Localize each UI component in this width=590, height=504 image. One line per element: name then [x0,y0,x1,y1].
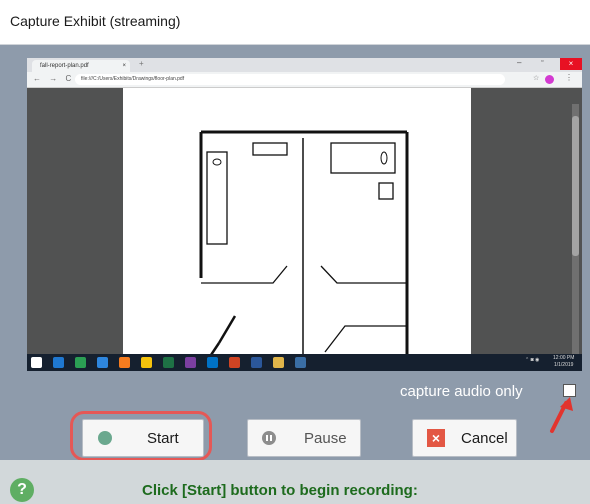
browser-address-bar: ← → C file:///C:/Users/Exhibits/Drawings… [27,72,582,88]
app-icon [97,357,108,368]
explorer-icon [273,357,284,368]
annotation-arrow-icon [550,397,573,433]
outlook-icon [207,357,218,368]
pdf-viewer-margin-right [471,88,582,358]
system-tray-icons: ⌃ ◙ ◉ [525,357,540,363]
firefox-icon [119,357,130,368]
screen-preview: fall-report-plan.pdf × + – ▫ × ← → C fil… [27,58,582,371]
taskbar-time: 12:00 PM [553,355,575,361]
record-dot-icon [98,431,112,445]
browser-nav-icons: ← → C [33,74,75,83]
start-button-label: Start [147,430,179,447]
pdf-scrollbar-thumb [572,116,579,256]
browser-menu-icon: ⋮ [565,73,573,82]
minimize-icon: – [517,58,522,67]
taskbar-clock: 12:00 PM 1/1/2019 [553,355,574,369]
onenote-icon [185,357,196,368]
pdf-viewer-margin-left [27,88,123,358]
extension-icon [545,75,554,84]
window-title: Capture Exhibit (streaming) [10,13,181,29]
pause-button-label: Pause [304,430,347,447]
edge-icon [53,357,64,368]
word-icon [251,357,262,368]
pdf-page [123,88,471,358]
close-icon: × [427,429,445,447]
powerpoint-icon [229,357,240,368]
new-tab-icon: + [139,59,144,68]
capture-audio-label: capture audio only [400,383,523,400]
taskbar-date: 1/1/2019 [553,362,574,368]
bookmark-star-icon: ☆ [533,75,540,82]
url-field: file:///C:/Users/Exhibits/Drawings/floor… [75,74,505,85]
pause-button[interactable]: Pause [247,419,361,457]
store-icon [75,357,86,368]
cancel-button[interactable]: × Cancel [412,419,517,457]
start-button[interactable]: Start [82,419,204,457]
maximize-icon: ▫ [541,58,544,65]
browser-tab-strip: fall-report-plan.pdf × + – ▫ × [27,58,582,72]
pause-icon [262,431,276,445]
chrome-icon [141,357,152,368]
floor-plan-drawing [199,130,409,358]
status-message: Click [Start] button to begin recording: [142,482,418,499]
settings-icon [295,357,306,368]
preview-taskbar: ⌃ ◙ ◉ 12:00 PM 1/1/2019 [27,354,582,371]
browser-tab-title: fall-report-plan.pdf [40,63,89,69]
start-menu-icon [31,357,42,368]
title-bar: Capture Exhibit (streaming) [0,0,590,45]
cancel-button-label: Cancel [461,430,508,447]
browser-tab: fall-report-plan.pdf × [32,60,130,72]
close-tab-icon: × [122,63,126,69]
close-window-icon: × [560,58,582,70]
status-bar: ? Click [Start] button to begin recordin… [0,460,590,504]
help-icon[interactable]: ? [10,478,34,502]
excel-icon [163,357,174,368]
